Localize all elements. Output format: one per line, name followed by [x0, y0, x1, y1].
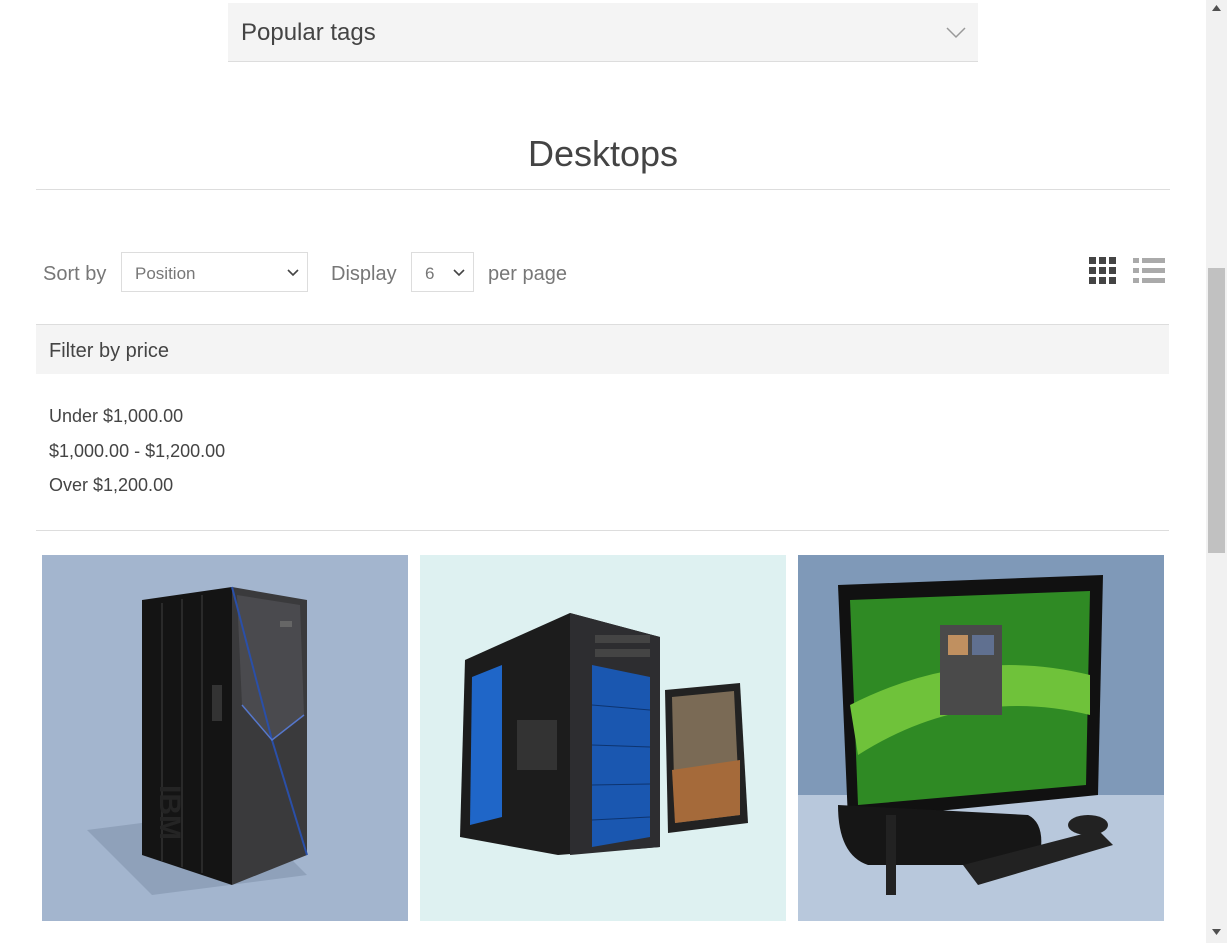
price-filter-option[interactable]: $1,000.00 - $1,200.00: [49, 441, 225, 462]
product-card-1[interactable]: IBM: [42, 555, 408, 921]
sort-select-value: Position: [135, 264, 196, 283]
per-page-label: per page: [488, 263, 567, 285]
sort-select[interactable]: Position: [121, 252, 308, 292]
products-toolbar: Sort by Position Display 6 per page: [36, 252, 1170, 294]
price-filter-option[interactable]: Over $1,200.00: [49, 475, 173, 496]
chevron-down-icon: [287, 269, 299, 277]
page-title: Desktops: [36, 133, 1170, 190]
scrollbar-thumb[interactable]: [1208, 268, 1225, 553]
product-card-2[interactable]: [420, 555, 786, 921]
price-filter-title: Filter by price: [49, 340, 170, 362]
svg-text:IBM: IBM: [153, 785, 186, 840]
chevron-down-icon[interactable]: [946, 25, 966, 39]
price-filter: Filter by price Under $1,000.00 $1,000.0…: [36, 324, 1169, 531]
grid-icon[interactable]: [1089, 257, 1117, 285]
scrollbar[interactable]: [1206, 0, 1227, 943]
scroll-down-arrow-icon[interactable]: [1212, 929, 1221, 935]
lenovo-all-in-one-pc-image: [798, 575, 1164, 921]
page-size-value: 6: [425, 264, 435, 283]
ibm-enterprise-server-image: IBM: [87, 586, 308, 895]
gaming-desktop-tower-image: [460, 613, 748, 855]
popular-tags-panel[interactable]: Popular tags: [228, 3, 978, 62]
page: Popular tags Desktops Sort by Position D…: [0, 0, 1206, 943]
scroll-up-arrow-icon[interactable]: [1212, 5, 1221, 11]
page-size-select[interactable]: 6: [411, 252, 474, 292]
display-label: Display: [331, 263, 397, 285]
product-card-3[interactable]: [798, 555, 1164, 921]
chevron-down-icon: [453, 269, 465, 277]
price-filter-header: Filter by price: [36, 324, 1169, 374]
sort-by-label: Sort by: [43, 263, 107, 285]
list-icon[interactable]: [1133, 257, 1165, 285]
popular-tags-title: Popular tags: [241, 19, 376, 46]
price-filter-option[interactable]: Under $1,000.00: [49, 406, 183, 427]
